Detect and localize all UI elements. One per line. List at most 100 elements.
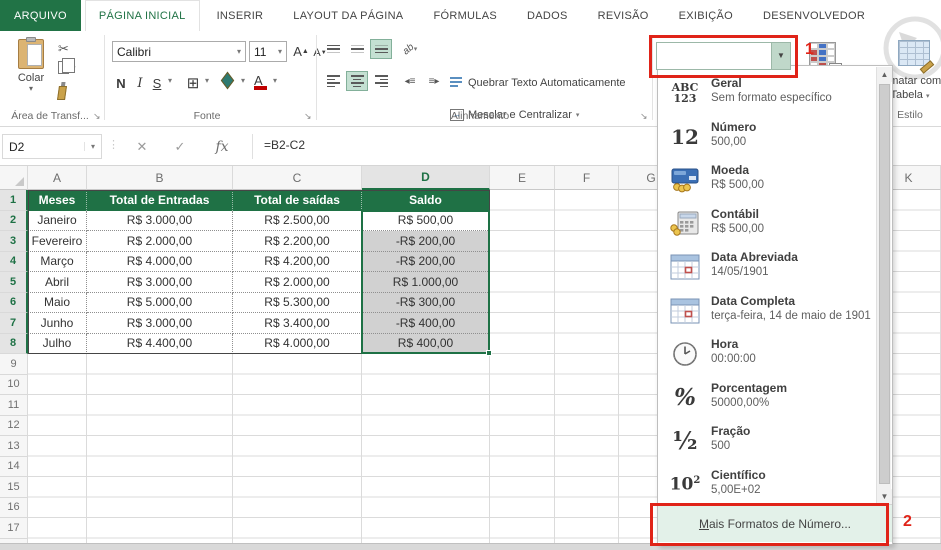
row-header-17[interactable]: 17 [0, 518, 28, 539]
format-option-fração[interactable]: ½Fração500 [659, 421, 875, 465]
wrap-text-button[interactable]: Quebrar Texto Automaticamente [450, 77, 626, 89]
table-cell[interactable]: R$ 2.000,00 [87, 231, 233, 252]
font-name-dropdown-icon[interactable]: ▾ [233, 47, 241, 56]
tab-exibição[interactable]: EXIBIÇÃO [666, 0, 746, 31]
name-box[interactable]: D2 ▾ [2, 134, 102, 159]
align-right-button[interactable] [370, 71, 392, 91]
table-cell[interactable]: R$ 3.000,00 [87, 272, 233, 293]
column-header-C[interactable]: C [233, 166, 362, 190]
table-cell[interactable]: R$ 2.500,00 [233, 211, 362, 232]
borders-dropdown-icon[interactable]: ▾ [202, 76, 212, 85]
table-cell[interactable]: R$ 3.400,00 [233, 313, 362, 334]
table-header-cell[interactable]: Meses [28, 190, 87, 211]
font-name-combo[interactable]: Calibri▾ [112, 41, 246, 62]
row-header-8[interactable]: 8 [0, 334, 28, 355]
column-header-B[interactable]: B [87, 166, 233, 190]
table-cell[interactable]: -R$ 400,00 [362, 313, 490, 334]
row-header-9[interactable]: 9 [0, 354, 28, 375]
row-header-12[interactable]: 12 [0, 416, 28, 437]
font-size-combo[interactable]: 11▾ [249, 41, 287, 62]
table-cell[interactable]: Junho [28, 313, 87, 334]
clipboard-dialog-launcher[interactable]: ↘ [93, 111, 101, 122]
table-cell[interactable]: Julho [28, 334, 87, 355]
borders-button[interactable]: ⊞ [184, 73, 202, 93]
column-header-E[interactable]: E [490, 166, 555, 190]
fill-color-dropdown-icon[interactable]: ▾ [238, 76, 248, 85]
cancel-formula-button[interactable]: ✕ [128, 134, 156, 159]
align-left-button[interactable] [322, 71, 344, 91]
table-cell[interactable]: R$ 1.000,00 [362, 272, 490, 293]
copy-button[interactable]: ▾ [58, 58, 98, 77]
insert-function-button[interactable]: fx [208, 134, 236, 159]
format-option-geral[interactable]: ABC123GeralSem formato específico [659, 73, 875, 117]
tab-fórmulas[interactable]: FÓRMULAS [420, 0, 510, 31]
align-center-button[interactable] [346, 71, 368, 91]
table-cell[interactable]: R$ 5.300,00 [233, 293, 362, 314]
row-header-7[interactable]: 7 [0, 313, 28, 334]
table-cell[interactable]: -R$ 300,00 [362, 293, 490, 314]
format-option-científico[interactable]: 102Científico5,00E+02 [659, 465, 875, 509]
table-cell[interactable]: -R$ 200,00 [362, 231, 490, 252]
format-option-moeda[interactable]: MoedaR$ 500,00 [659, 160, 875, 204]
format-option-hora[interactable]: Hora00:00:00 [659, 334, 875, 378]
format-option-data-abreviada[interactable]: Data Abreviada14/05/1901 [659, 247, 875, 291]
tab-inserir[interactable]: INSERIR [204, 0, 277, 31]
format-painter-button[interactable] [58, 83, 98, 102]
row-header-2[interactable]: 2 [0, 211, 28, 232]
row-header-4[interactable]: 4 [0, 252, 28, 273]
number-format-combo[interactable]: ▼ [656, 42, 791, 70]
decrease-indent-button[interactable]: ◂≡ [399, 71, 421, 91]
underline-dropdown-icon[interactable]: ▾ [165, 76, 175, 85]
font-dialog-launcher[interactable]: ↘ [304, 111, 312, 122]
fill-color-button[interactable] [222, 75, 233, 86]
format-as-table-button[interactable] [898, 40, 930, 66]
table-cell[interactable]: R$ 4.400,00 [87, 334, 233, 355]
italic-button[interactable]: I [132, 73, 148, 93]
row-header-1[interactable]: 1 [0, 190, 28, 211]
table-header-cell[interactable]: Total de Entradas [87, 190, 233, 211]
tab-página-inicial[interactable]: PÁGINA INICIAL [85, 0, 200, 31]
row-header-13[interactable]: 13 [0, 436, 28, 457]
font-size-dropdown-icon[interactable]: ▾ [274, 47, 282, 56]
row-header-16[interactable]: 16 [0, 498, 28, 519]
format-option-contábil[interactable]: ContábilR$ 500,00 [659, 204, 875, 248]
table-cell[interactable]: R$ 500,00 [362, 211, 490, 232]
table-cell[interactable]: R$ 4.000,00 [87, 252, 233, 273]
table-cell[interactable]: R$ 3.000,00 [87, 313, 233, 334]
align-middle-button[interactable] [346, 39, 368, 59]
table-cell[interactable]: Maio [28, 293, 87, 314]
column-header-F[interactable]: F [555, 166, 619, 190]
number-format-dropdown-icon[interactable]: ▼ [771, 43, 790, 69]
format-option-porcentagem[interactable]: %Porcentagem50000,00% [659, 378, 875, 422]
column-header-A[interactable]: A [28, 166, 87, 190]
paste-button[interactable]: Colar ▾ [10, 39, 52, 117]
dropdown-scrollbar[interactable]: ▲ ▼ [876, 67, 891, 504]
table-cell[interactable]: -R$ 200,00 [362, 252, 490, 273]
tab-desenvolvedor[interactable]: DESENVOLVEDOR [750, 0, 878, 31]
scroll-down-icon[interactable]: ▼ [877, 489, 892, 504]
tab-arquivo[interactable]: ARQUIVO [0, 0, 81, 31]
table-cell[interactable]: Janeiro [28, 211, 87, 232]
font-color-button[interactable]: A [254, 73, 267, 90]
tab-dados[interactable]: DADOS [514, 0, 581, 31]
formula-input[interactable]: =B2-C2 [264, 138, 305, 152]
format-option-data-completa[interactable]: Data Completaterça-feira, 14 de maio de … [659, 291, 875, 335]
row-header-11[interactable]: 11 [0, 395, 28, 416]
row-header-14[interactable]: 14 [0, 457, 28, 478]
tab-layout-da-página[interactable]: LAYOUT DA PÁGINA [280, 0, 416, 31]
increase-indent-button[interactable]: ≡▸ [423, 71, 445, 91]
table-cell[interactable]: R$ 2.200,00 [233, 231, 362, 252]
scroll-up-icon[interactable]: ▲ [877, 67, 892, 82]
align-top-button[interactable] [322, 39, 344, 59]
alignment-dialog-launcher[interactable]: ↘ [640, 111, 648, 122]
cut-button[interactable]: ✂ [58, 39, 98, 58]
align-bottom-button[interactable] [370, 39, 392, 59]
row-header-3[interactable]: 3 [0, 231, 28, 252]
table-cell[interactable]: R$ 5.000,00 [87, 293, 233, 314]
table-cell[interactable]: R$ 400,00 [362, 334, 490, 355]
bold-button[interactable]: N [112, 73, 130, 93]
merge-center-dropdown-icon[interactable]: ▾ [576, 111, 580, 119]
row-header-10[interactable]: 10 [0, 375, 28, 396]
row-header-15[interactable]: 15 [0, 477, 28, 498]
row-header-6[interactable]: 6 [0, 293, 28, 314]
